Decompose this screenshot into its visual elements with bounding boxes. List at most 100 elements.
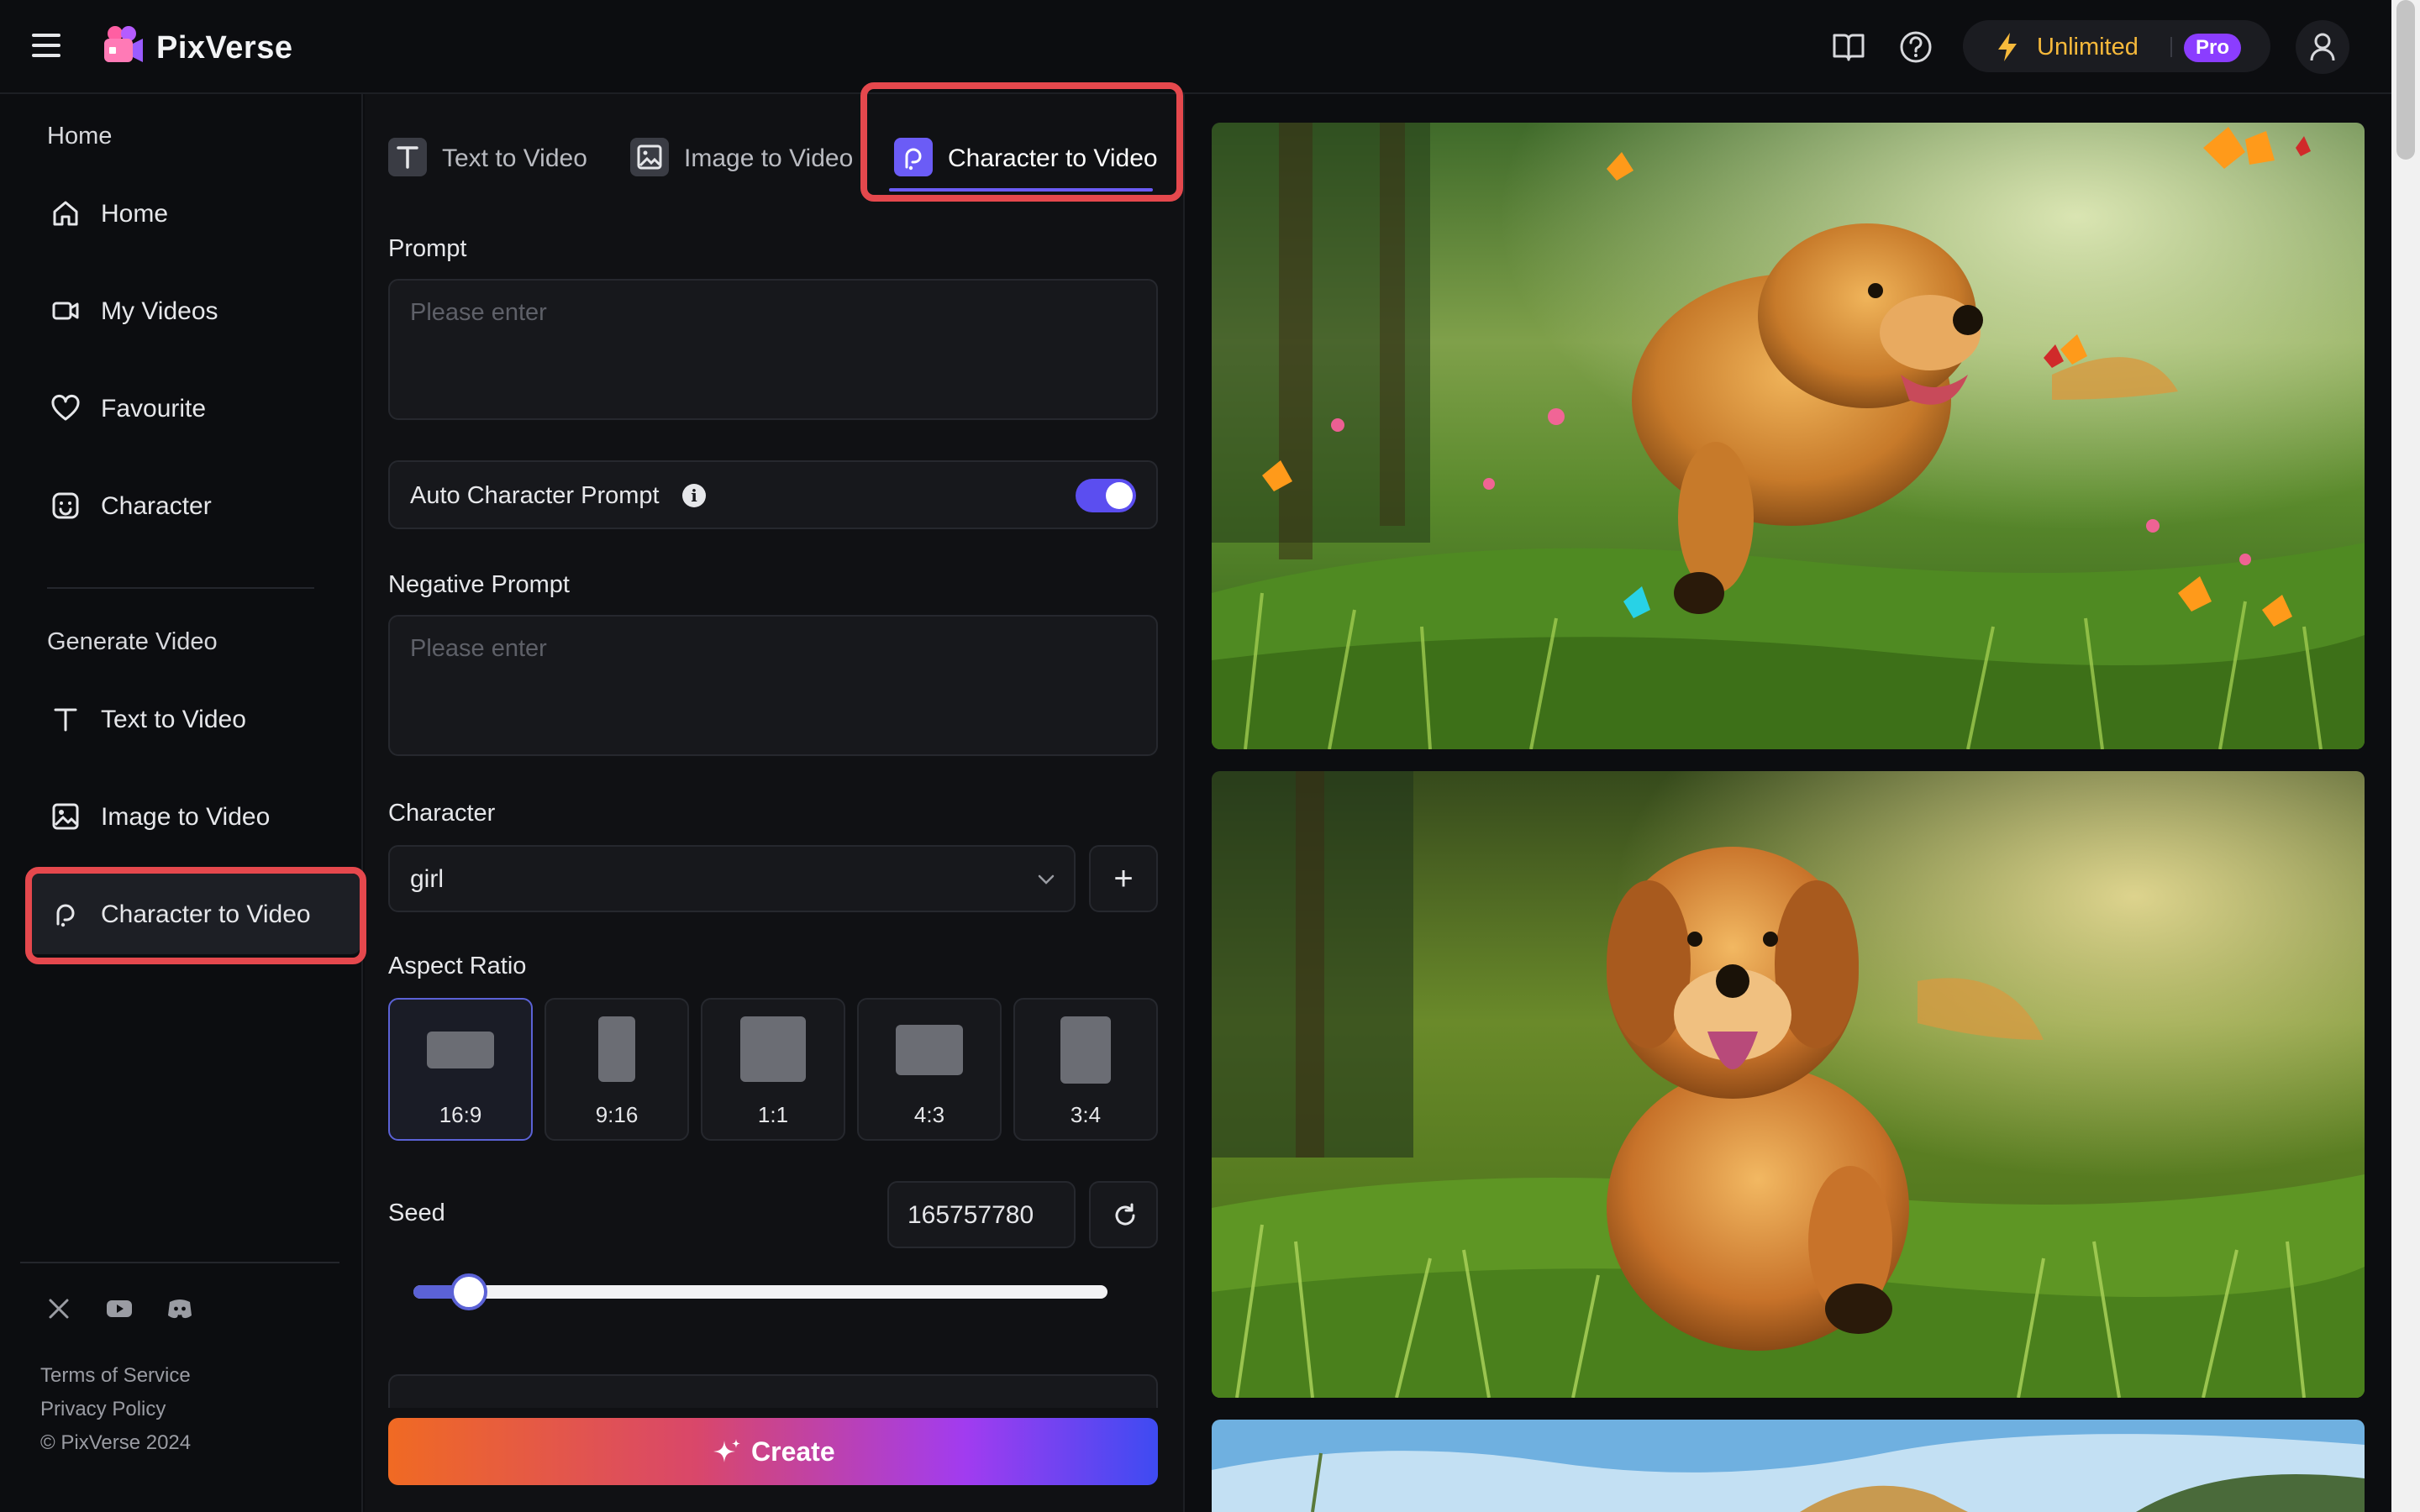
book-icon[interactable]: [1830, 29, 1867, 66]
ratio-shape: [1060, 1016, 1111, 1084]
menu-icon[interactable]: [32, 34, 62, 60]
sidebar-item-label: Image to Video: [101, 803, 271, 831]
ratio-label: 3:4: [1070, 1102, 1102, 1127]
create-button[interactable]: Create: [388, 1418, 1158, 1485]
seed-refresh-button[interactable]: [1089, 1181, 1158, 1248]
ratio-label: 9:16: [595, 1102, 639, 1127]
home-icon: [53, 201, 78, 226]
video-card-partial[interactable]: [1212, 1420, 2365, 1512]
character-icon: [52, 492, 79, 519]
character-select-value: girl: [410, 865, 445, 893]
aspect-ratio-9-16[interactable]: 9:16: [544, 998, 689, 1141]
video-icon: [52, 302, 79, 320]
page-scrollbar[interactable]: [2391, 0, 2420, 1512]
plan-label: Unlimited: [2037, 34, 2139, 60]
section-generate-label: Generate Video: [47, 628, 218, 655]
ratio-label: 16:9: [439, 1102, 482, 1127]
text-icon: [54, 708, 77, 732]
sidebar-item-character[interactable]: Character: [25, 465, 361, 546]
active-tab-indicator: [889, 188, 1153, 192]
section-home-label: Home: [47, 123, 113, 150]
seed-input[interactable]: 165757780: [887, 1181, 1076, 1248]
character-video-icon: [894, 138, 933, 176]
character-label: Character: [388, 800, 496, 827]
discord-icon[interactable]: [165, 1294, 195, 1324]
aspect-ratio-3-4[interactable]: 3:4: [1013, 998, 1158, 1141]
sidebar-item-favourite[interactable]: Favourite: [25, 368, 361, 449]
seed-slider-thumb[interactable]: [450, 1273, 488, 1310]
sidebar: Home Home My Videos Favourite Character …: [0, 94, 363, 1512]
character-select[interactable]: girl: [388, 845, 1076, 912]
sidebar-item-label: Character: [101, 492, 212, 520]
sidebar-item-text-to-video[interactable]: Text to Video: [25, 679, 361, 759]
user-icon: [2310, 33, 2335, 61]
sidebar-item-home[interactable]: Home: [25, 173, 361, 254]
pro-badge: Pro: [2184, 34, 2242, 62]
sparkle-icon: [713, 1439, 740, 1462]
tab-image-to-video[interactable]: Image to Video: [607, 119, 884, 195]
image-icon: [52, 803, 79, 830]
x-icon[interactable]: [44, 1294, 74, 1324]
copyright-text: © PixVerse 2024: [40, 1431, 192, 1454]
tab-label: Image to Video: [684, 144, 854, 172]
auto-character-prompt-label: Auto Character Prompt: [410, 482, 660, 509]
heart-icon: [51, 394, 80, 421]
plus-icon: +: [1113, 860, 1134, 897]
video-card-golden-retriever-meadow[interactable]: [1212, 771, 2365, 1398]
privacy-link[interactable]: Privacy Policy: [40, 1398, 166, 1421]
scrollbar-thumb[interactable]: [2396, 0, 2415, 160]
image-icon: [630, 138, 669, 176]
logo-icon: [104, 26, 143, 62]
negative-prompt-label: Negative Prompt: [388, 571, 570, 598]
youtube-icon[interactable]: [104, 1294, 134, 1324]
ratio-shape: [598, 1016, 635, 1082]
brand-name[interactable]: PixVerse: [156, 30, 292, 66]
tab-label: Character to Video: [948, 144, 1158, 172]
ratio-shape: [740, 1016, 806, 1082]
negative-prompt-input[interactable]: [388, 615, 1158, 756]
sidebar-footer-divider: [20, 1262, 339, 1263]
sidebar-item-character-to-video[interactable]: Character to Video: [25, 874, 361, 954]
aspect-ratio-label: Aspect Ratio: [388, 953, 527, 979]
seed-label: Seed: [388, 1200, 445, 1226]
sidebar-item-label: Home: [101, 200, 169, 228]
info-icon[interactable]: i: [682, 484, 706, 507]
sidebar-item-label: My Videos: [101, 297, 218, 325]
ratio-shape: [427, 1032, 494, 1068]
aspect-ratio-1-1[interactable]: 1:1: [701, 998, 845, 1141]
seed-slider-track[interactable]: [413, 1285, 1107, 1299]
sidebar-item-my-videos[interactable]: My Videos: [25, 270, 361, 351]
text-icon: [388, 138, 427, 176]
ratio-label: 4:3: [913, 1102, 945, 1127]
chevron-down-icon: [1038, 874, 1055, 885]
auto-character-prompt-toggle[interactable]: [1076, 479, 1136, 512]
ratio-label: 1:1: [757, 1102, 789, 1127]
add-character-button[interactable]: +: [1089, 845, 1158, 912]
sidebar-item-label: Favourite: [101, 395, 207, 423]
user-avatar[interactable]: [2296, 20, 2349, 74]
auto-character-prompt-row: Auto Character Prompt i: [388, 460, 1158, 529]
collapsed-section: [388, 1374, 1158, 1408]
character-video-icon: [56, 904, 75, 927]
generation-panel: Text to Video Image to Video Character t…: [365, 94, 1185, 1512]
sidebar-divider: [47, 587, 314, 589]
video-gallery: [1186, 94, 2390, 1512]
tab-character-to-video[interactable]: Character to Video: [894, 119, 1158, 195]
terms-link[interactable]: Terms of Service: [40, 1364, 191, 1388]
aspect-ratio-16-9[interactable]: 16:9: [388, 998, 533, 1141]
video-card-golden-retriever-butterflies[interactable]: [1212, 123, 2365, 749]
create-button-label: Create: [751, 1436, 835, 1467]
help-icon[interactable]: [1897, 29, 1934, 66]
aspect-ratio-4-3[interactable]: 4:3: [857, 998, 1002, 1141]
tab-text-to-video[interactable]: Text to Video: [365, 119, 608, 195]
sidebar-item-image-to-video[interactable]: Image to Video: [25, 776, 361, 857]
prompt-label: Prompt: [388, 235, 467, 262]
bolt-icon: [1998, 33, 2017, 61]
sidebar-item-label: Text to Video: [101, 706, 246, 733]
toggle-knob: [1106, 482, 1133, 509]
sidebar-item-label: Character to Video: [101, 900, 311, 928]
top-bar: PixVerse Unlimited Pro: [0, 0, 2420, 94]
tab-label: Text to Video: [442, 144, 587, 172]
plan-button[interactable]: Unlimited Pro: [1963, 20, 2270, 72]
prompt-input[interactable]: [388, 279, 1158, 420]
